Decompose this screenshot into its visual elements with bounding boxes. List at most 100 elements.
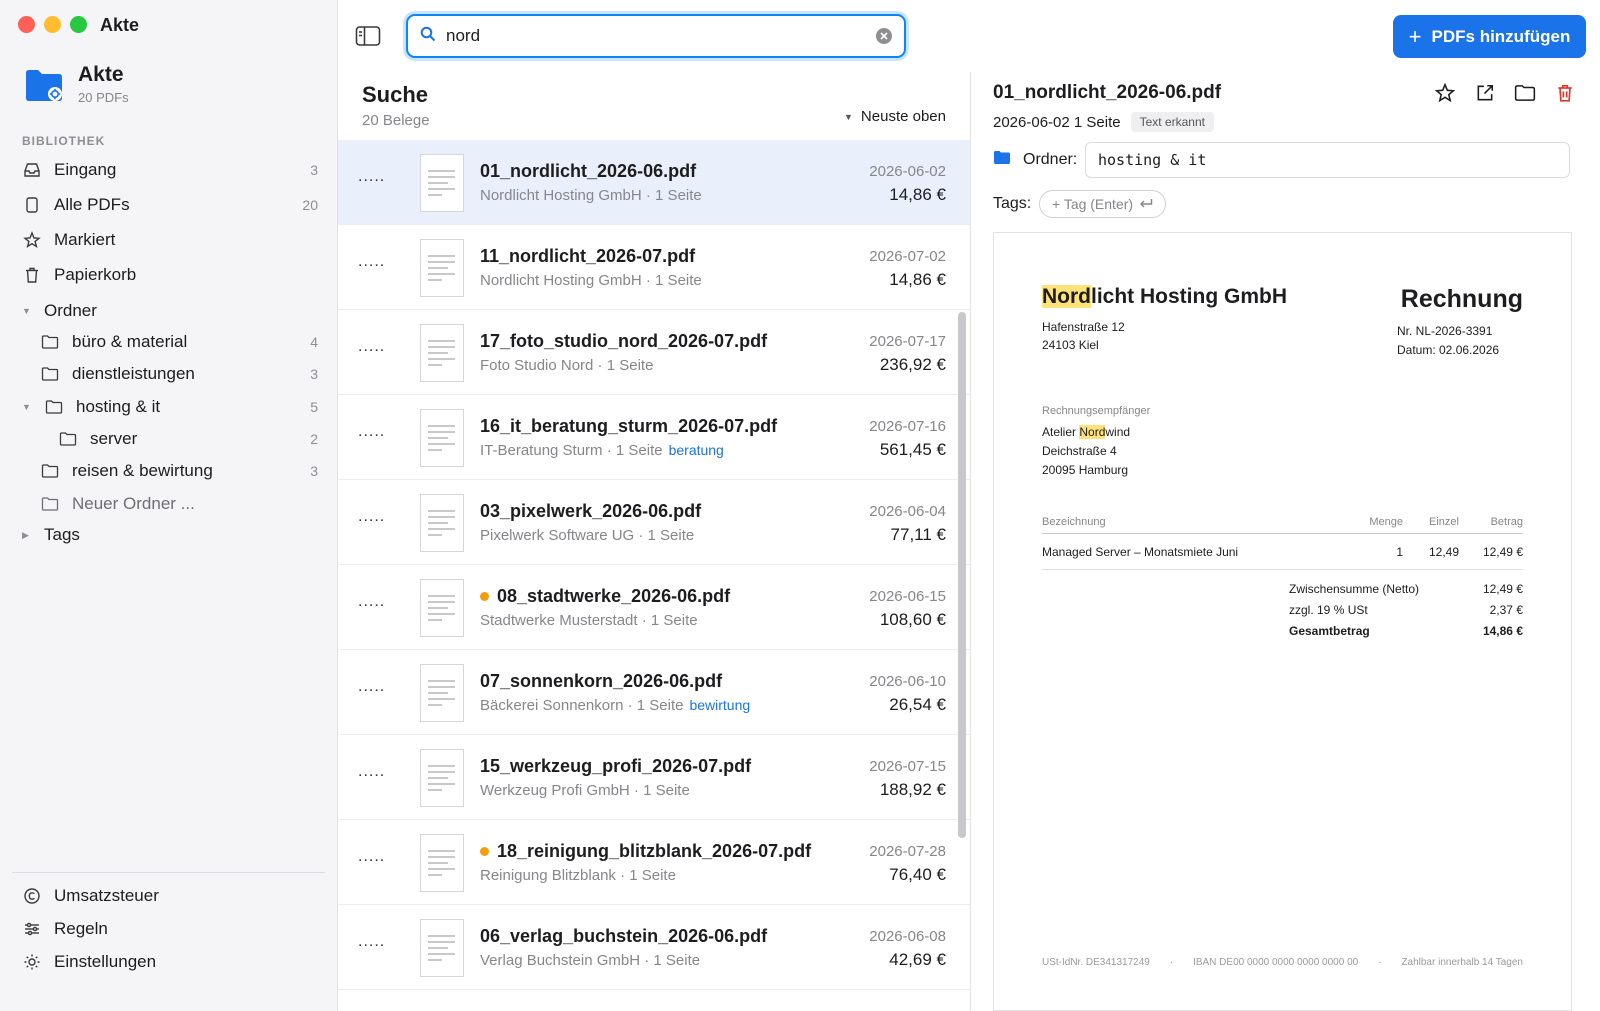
table-header-row: Bezeichnung Menge Einzel Betrag [1042, 516, 1523, 534]
document-tag[interactable]: bewirtung [689, 697, 750, 713]
sort-dropdown[interactable]: ▼ Neuste oben [844, 108, 946, 125]
sort-label: Neuste oben [860, 108, 946, 125]
external-link-icon [1477, 85, 1493, 101]
search-input[interactable] [446, 26, 876, 46]
sidebar-item-umsatzsteuer[interactable]: Umsatzsteuer [22, 881, 318, 911]
document-row[interactable]: ..... 15_werkzeug_profi_2026-07.pdf Werk… [338, 735, 970, 820]
chevron-down-icon[interactable]: ▼ [22, 306, 36, 316]
drag-handle-icon[interactable]: ..... [358, 338, 385, 356]
document-date: 2026-06-15 [869, 588, 946, 605]
sidebar-item-count: 3 [310, 366, 318, 382]
unread-dot-icon [480, 592, 489, 601]
add-pdfs-button[interactable]: + PDFs hinzufügen [1393, 15, 1586, 58]
delete-button[interactable] [1554, 82, 1576, 104]
recipient-street: Deichstraße 4 [1042, 444, 1117, 458]
document-icon [22, 195, 42, 215]
sidebar-toggle-button[interactable] [355, 25, 381, 47]
drag-handle-icon[interactable]: ..... [358, 763, 385, 781]
minimize-window-button[interactable] [44, 16, 61, 33]
document-detail-panel: 01_nordlicht_2026-06.pdf 2026-06-02 1 Se… [970, 72, 1600, 1011]
document-meta-text: Verlag Buchstein GmbH · 1 Seite [480, 952, 701, 969]
library-pdf-count: 20 PDFs [78, 90, 129, 105]
document-meta-text: Bäckerei Sonnenkorn · 1 Seite [480, 697, 684, 714]
sidebar-item-alle-pdfs[interactable]: Alle PDFs 20 [22, 190, 318, 220]
sidebar-folder-dienstleistungen[interactable]: dienstleistungen 3 [40, 359, 318, 389]
table-row: Managed Server – Monatsmiete Juni 1 12,4… [1042, 533, 1523, 570]
document-row[interactable]: ..... 01_nordlicht_2026-06.pdf Nordlicht… [338, 140, 970, 225]
drag-handle-icon[interactable]: ..... [358, 848, 385, 866]
document-list: ..... 01_nordlicht_2026-06.pdf Nordlicht… [338, 140, 970, 990]
document-filename-text: 03_pixelwerk_2026-06.pdf [480, 501, 702, 521]
return-key-icon [1139, 196, 1153, 212]
recipient-name-pre: Atelier [1042, 425, 1080, 439]
zoom-window-button[interactable] [70, 16, 87, 33]
trash-icon [1558, 84, 1572, 102]
footer-terms: Zahlbar innerhalb 14 Tagen [1401, 957, 1523, 968]
sender-street: Hafenstraße 12 [1042, 320, 1125, 334]
document-row[interactable]: ..... 07_sonnenkorn_2026-06.pdf Bäckerei… [338, 650, 970, 735]
document-row[interactable]: ..... 03_pixelwerk_2026-06.pdf Pixelwerk… [338, 480, 970, 565]
sidebar-item-count: 20 [302, 197, 318, 213]
list-scrollbar[interactable] [958, 312, 966, 838]
document-row[interactable]: ..... 06_verlag_buchstein_2026-06.pdf Ve… [338, 905, 970, 990]
sidebar-folder-hosting-it[interactable]: ▼ hosting & it 5 [22, 392, 318, 422]
sidebar-folder-reisen-bewirtung[interactable]: reisen & bewirtung 3 [40, 456, 318, 486]
clear-search-button[interactable] [876, 28, 892, 44]
drag-handle-icon[interactable]: ..... [358, 678, 385, 696]
mark-star-button[interactable] [1434, 82, 1456, 104]
grand-total-label: Gesamtbetrag [1289, 624, 1370, 638]
sidebar-item-einstellungen[interactable]: Einstellungen [22, 947, 318, 977]
sidebar-tags-group[interactable]: ▶ Tags [22, 520, 318, 550]
search-icon [420, 26, 436, 47]
sidebar-folder-buero-material[interactable]: büro & material 4 [40, 327, 318, 357]
document-row[interactable]: ..... 18_reinigung_blitzblank_2026-07.pd… [338, 820, 970, 905]
invoice-page: Nordlicht Hosting GmbH Hafenstraße 12 24… [1042, 233, 1523, 1010]
col-total: Betrag [1459, 516, 1523, 534]
folder-input[interactable] [1085, 142, 1570, 178]
add-pdfs-label: PDFs hinzufügen [1431, 26, 1571, 46]
document-filename: 06_verlag_buchstein_2026-06.pdf [480, 926, 767, 947]
drag-handle-icon[interactable]: ..... [358, 253, 385, 271]
document-row[interactable]: ..... 08_stadtwerke_2026-06.pdf Stadtwer… [338, 565, 970, 650]
document-filename: 17_foto_studio_nord_2026-07.pdf [480, 331, 767, 352]
pdf-preview[interactable]: Nordlicht Hosting GmbH Hafenstraße 12 24… [993, 232, 1572, 1011]
close-window-button[interactable] [18, 16, 35, 33]
sun-icon [22, 952, 42, 972]
sidebar-item-papierkorb[interactable]: Papierkorb [22, 260, 318, 290]
document-row[interactable]: ..... 16_it_beratung_sturm_2026-07.pdf I… [338, 395, 970, 480]
search-field[interactable] [406, 14, 906, 58]
document-row[interactable]: ..... 11_nordlicht_2026-07.pdf Nordlicht… [338, 225, 970, 310]
sidebar-item-eingang[interactable]: Eingang 3 [22, 155, 318, 185]
document-tag[interactable]: beratung [669, 442, 724, 458]
document-row[interactable]: ..... 17_foto_studio_nord_2026-07.pdf Fo… [338, 310, 970, 395]
add-tag-input[interactable]: + Tag (Enter) [1039, 190, 1167, 218]
document-filename: 03_pixelwerk_2026-06.pdf [480, 501, 701, 522]
document-filename: 11_nordlicht_2026-07.pdf [480, 246, 695, 267]
drag-handle-icon[interactable]: ..... [358, 933, 385, 951]
open-external-button[interactable] [1474, 82, 1496, 104]
sidebar-folder-server[interactable]: server 2 [58, 424, 318, 454]
sidebar-item-markiert[interactable]: Markiert [22, 225, 318, 255]
drag-handle-icon[interactable]: ..... [358, 168, 385, 186]
document-amount: 26,54 € [889, 695, 946, 714]
sidebar-folders-group[interactable]: ▼ Ordner [22, 296, 318, 326]
sidebar-item-label: Markiert [54, 230, 116, 249]
document-filename: 15_werkzeug_profi_2026-07.pdf [480, 756, 751, 777]
document-filename-text: 01_nordlicht_2026-06.pdf [480, 161, 697, 181]
chevron-right-icon[interactable]: ▶ [22, 530, 36, 541]
document-date: 2026-07-28 [869, 843, 946, 860]
drag-handle-icon[interactable]: ..... [358, 508, 385, 526]
document-meta: Nordlicht Hosting GmbH · 1 Seite [480, 187, 702, 204]
subtotal-label: Zwischensumme (Netto) [1289, 582, 1420, 596]
drag-handle-icon[interactable]: ..... [358, 423, 385, 441]
new-folder-button[interactable]: Neuer Ordner ... [40, 489, 318, 519]
drag-handle-icon[interactable]: ..... [358, 593, 385, 611]
sidebar-item-regeln[interactable]: Regeln [22, 914, 318, 944]
window-title: Akte [100, 15, 140, 35]
sidebar-item-label: dienstleistungen [72, 364, 195, 383]
document-meta: Reinigung Blitzblank · 1 Seite [480, 867, 676, 884]
chevron-down-icon[interactable]: ▼ [22, 402, 36, 412]
document-amount: 188,92 € [879, 780, 946, 799]
col-unit: Einzel [1403, 516, 1459, 534]
reveal-in-folder-button[interactable] [1514, 82, 1536, 104]
